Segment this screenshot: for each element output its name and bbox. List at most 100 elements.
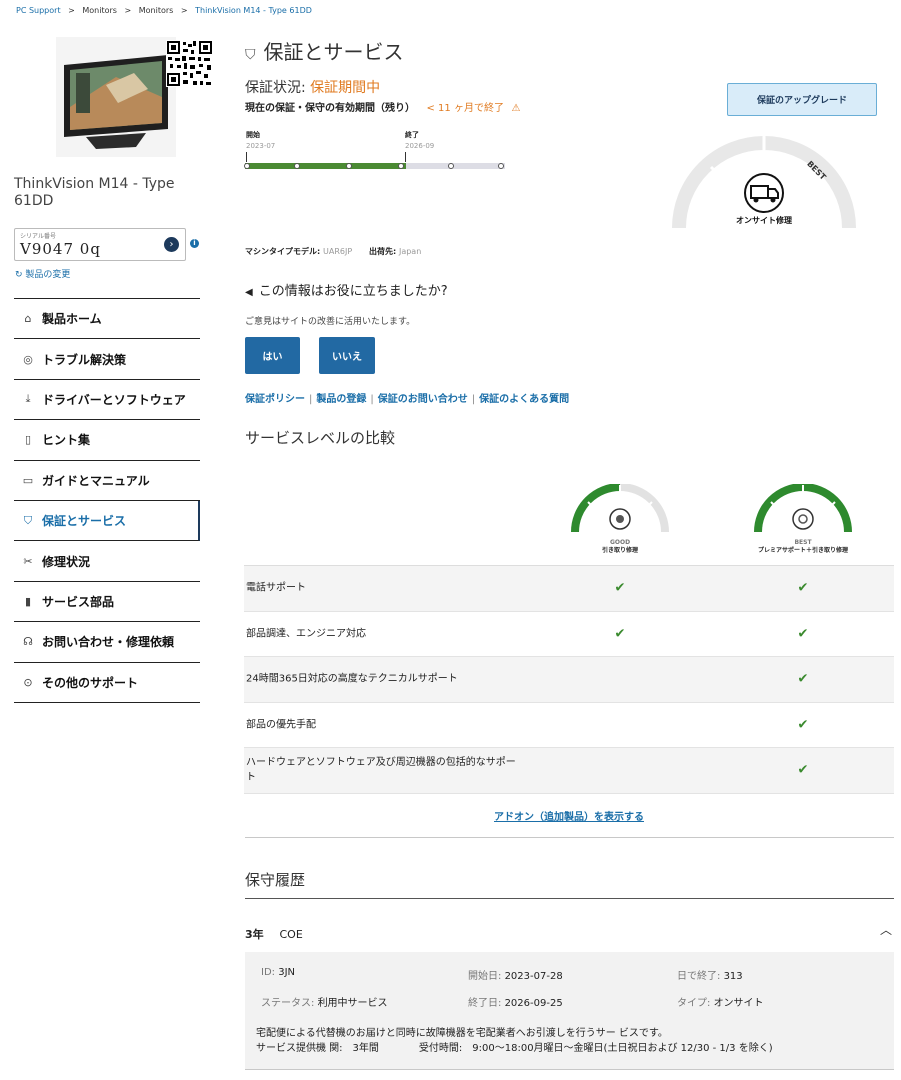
serial-number-value: V9047 0q [20,240,101,258]
history-id-label: ID: [261,967,276,978]
gauge-label: オンサイト修理 [736,216,792,225]
timeline-start-date: 2023-07 [246,142,276,150]
feedback-question: ◀ この情報はお役に立ちましたか? [245,280,448,299]
home-icon: ⌂ [24,312,32,326]
info-icon[interactable]: i [190,239,199,248]
warranty-timeline-bar [244,163,505,169]
sidebar-item-other-support[interactable]: ⊙ その他のサポート [14,663,200,703]
history-entry-details: ID: 3JN 開始日: 2023-07-28 日で終了: 313 ステータス:… [245,952,894,1070]
megaphone-icon: ◀ [245,287,253,298]
machine-info: マシンタイプモデル: UAR6JP 出荷先: Japan [245,246,435,257]
remaining-label: 現在の保証・保守の有効期間（残り） [245,103,415,114]
serial-submit-button[interactable]: › [164,237,179,252]
sidebar-item-guides[interactable]: ▭ ガイドとマニュアル [14,461,200,501]
serial-number-field[interactable]: シリアル番号 V9047 0q › [14,228,186,261]
sidebar-item-drivers[interactable]: ⤓ ドライバーとソフトウェア [14,380,200,421]
change-product-link[interactable]: ↻ 製品の変更 [15,267,70,280]
warranty-policy-link[interactable]: 保証ポリシー [245,394,305,405]
good-level-tag: GOOD [609,539,631,546]
sidebar-nav: ⌂ 製品ホーム ◎ トラブル解決策 ⤓ ドライバーとソフトウェア ▯ ヒント集 … [14,298,200,703]
sidebar-item-label: お問い合わせ・修理依頼 [42,635,175,650]
sidebar-item-label: その他のサポート [42,675,139,690]
change-product-label: 製品の変更 [25,270,71,280]
warranty-faq-link[interactable]: 保証のよくある質問 [479,394,569,405]
chevron-right-icon: › [169,239,174,250]
sidebar-item-repair-status[interactable]: ✂ 修理状況 [14,541,200,582]
breadcrumb-separator: > [124,6,132,15]
warranty-timeline-progress [245,163,407,169]
breadcrumb-current-product[interactable]: ThinkVision M14 - Type 61DD [195,6,312,15]
breadcrumb-monitors-2[interactable]: Monitors [139,6,174,15]
sidebar-item-tips[interactable]: ▯ ヒント集 [14,420,200,461]
comparison-row: 部品の優先手配 ✔ [244,703,894,748]
history-days-left: 日で終了: 313 [677,967,743,982]
shield-icon: ⛉ [23,513,33,527]
timeline-marker [498,163,504,169]
page-title: ⛉ 保証とサービス [245,36,404,65]
tools-icon: ✂ [23,554,33,568]
ship-to-value: Japan [398,247,422,256]
history-start-value: 2023-07-28 [504,971,563,982]
link-separator: | [471,394,476,405]
maintenance-history-title: 保守履歴 [245,871,306,889]
warranty-remaining: 現在の保証・保守の有効期間（残り） < 11 ヶ月で終了 ⚠ [245,99,520,114]
sidebar-item-label: 保証とサービス [42,514,127,529]
feedback-subtext: ご意見はサイトの改善に活用いたします。 [245,317,416,327]
divider [245,1069,894,1070]
warranty-links: 保証ポリシー | 製品の登録 | 保証のお問い合わせ | 保証のよくある質問 [245,390,569,405]
comparison-row: 24時間365日対応の高度なテクニカルサポート ✔ [244,657,894,703]
warranty-status-value: 保証期間中 [310,80,381,96]
warranty-status: 保証状況: 保証期間中 [245,77,380,97]
timeline-end-label: 終了 [405,131,419,139]
link-separator: | [370,394,374,405]
history-type-label: タイプ: [677,998,711,1009]
sidebar-item-contact[interactable]: ☊ お問い合わせ・修理依頼 [14,622,200,663]
show-addons-link[interactable]: アドオン（追加製品）を表示する [244,808,894,823]
product-registration-link[interactable]: 製品の登録 [316,394,366,405]
good-level-name: 引き取り修理 [601,547,638,554]
remaining-value: < 11 ヶ月で終了 [426,103,504,114]
breadcrumb-pc-support[interactable]: PC Support [16,6,61,15]
best-level-name: プレミアサポート＋引き取り修理 [757,547,848,554]
check-icon: ✔ [797,626,809,642]
comparison-row-label: 電話サポート [246,582,306,594]
comparison-row-label: 部品の優先手配 [246,719,316,731]
product-name: ThinkVision M14 - Type 61DD [14,176,175,209]
warranty-contact-link[interactable]: 保証のお問い合わせ [378,394,468,405]
chevron-up-icon[interactable]: ︿ [880,921,892,938]
check-icon: ✔ [614,580,626,596]
comparison-row-label: 24時間365日対応の高度なテクニカルサポート [246,673,458,685]
timeline-marker [294,163,300,169]
upgrade-warranty-button[interactable]: 保証のアップグレード [727,83,877,116]
timeline-end-tick [405,152,406,162]
sidebar-item-label: サービス部品 [42,594,115,609]
sidebar-item-product-home[interactable]: ⌂ 製品ホーム [14,299,200,340]
feedback-yes-button[interactable]: はい [245,337,300,374]
history-end-label: 終了日: [468,998,502,1009]
best-level-label: BEST プレミアサポート＋引き取り修理 [728,539,878,555]
history-description-line: サービス提供機 関: 3年間 受付時間: 9:00～18:00月曜日～金曜日(土… [256,1043,773,1054]
qr-code [166,40,213,87]
history-start-date: 開始日: 2023-07-28 [468,967,563,982]
check-icon: ✔ [614,626,626,642]
machine-type-label: マシンタイプモデル: [245,247,321,256]
history-type: タイプ: オンサイト [677,994,764,1009]
history-entry-header[interactable]: 3年 COE [245,926,303,942]
timeline-marker [244,163,250,169]
comparison-title: サービスレベルの比較 [245,429,396,447]
history-description-line: 宅配便による代替機のお届けと同時に故障機器を宅配業者へお引渡しを行うサー ビスで… [256,1028,668,1039]
sidebar-item-troubleshooting[interactable]: ◎ トラブル解決策 [14,339,200,380]
history-status: ステータス: 利用中サービス [261,994,388,1009]
sidebar-item-service-parts[interactable]: ▮ サービス部品 [14,582,200,623]
sidebar-item-warranty[interactable]: ⛉ 保証とサービス [14,500,200,542]
history-entry-duration: 3年 [245,928,264,941]
more-icon: ⊙ [23,675,33,689]
comparison-row-label: 部品調達、エンジニア対応 [246,628,366,640]
feedback-no-button[interactable]: いいえ [319,337,375,374]
breadcrumb-monitors[interactable]: Monitors [82,6,117,15]
ship-to-label: 出荷先: [368,247,397,256]
good-level-gauge [570,483,670,534]
book-icon: ▯ [24,433,32,447]
history-days-label: 日で終了: [677,971,721,982]
history-status-label: ステータス: [261,998,315,1009]
